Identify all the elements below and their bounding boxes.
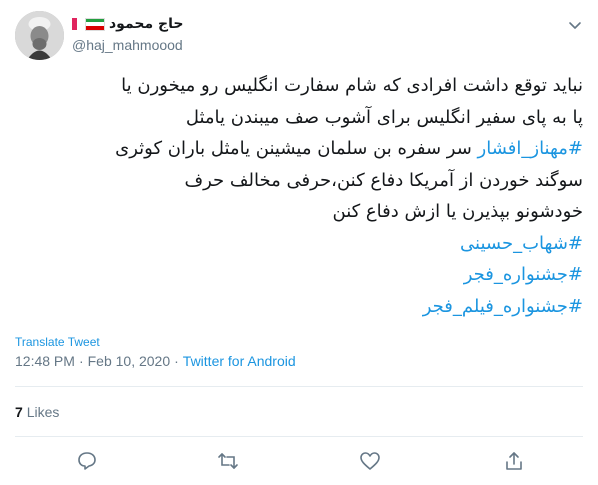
tweet-text-line: #جشنواره_فجر [16,259,583,291]
iran-flag-icon [85,17,105,31]
hashtag-link[interactable]: #جشنواره_فجر [464,264,583,285]
divider [15,436,583,437]
tweet-text: نباید توقع داشت افرادی که شام سفارت انگل… [16,70,583,322]
divider [15,386,583,387]
reply-icon[interactable] [76,450,98,472]
tweet-text-segment: سر سفره بن سلمان میشینن یامثل باران کوثر… [115,138,478,159]
user-handle[interactable]: @haj_mahmoood [72,37,183,53]
red-flag-icon [72,18,77,30]
tweet-text-line: #شهاب_حسینی [16,228,583,260]
translate-tweet-link[interactable]: Translate Tweet [15,335,100,349]
tweet-source-link[interactable]: Twitter for Android [183,353,296,369]
tweet-date[interactable]: Feb 10, 2020 [88,353,171,369]
tweet-text-line: خودشونو بپذیرن یا ازش دفاع کنن [16,196,584,228]
tweet-text-line: #جشنواره_فیلم_فجر [16,291,583,323]
share-icon[interactable] [503,450,525,472]
meta-separator: · [78,353,84,369]
hashtag-link[interactable]: #مهناز_افشار [478,138,583,159]
likes-count[interactable]: 7 Likes [15,404,59,420]
retweet-icon[interactable] [217,450,239,472]
chevron-down-icon[interactable] [567,17,583,33]
tweet-text-line: پا به پای سفیر انگلیس برای آشوب صف میبند… [16,102,583,134]
likes-label: Likes [26,404,60,420]
tweet-meta: 12:48 PM · Feb 10, 2020 · Twitter for An… [15,353,296,369]
tweet-card: حاج محمود @haj_mahmoood نباید توقع داشت … [0,0,598,485]
hashtag-link[interactable]: #شهاب_حسینی [460,233,583,254]
display-name[interactable]: حاج محمود [109,16,183,32]
flags-emoji [72,17,105,31]
tweet-text-line: نباید توقع داشت افرادی که شام سفارت انگل… [16,70,583,102]
tweet-text-segment: خودشونو بپذیرن یا ازش دفاع کنن [332,201,584,222]
tweet-time[interactable]: 12:48 PM [15,353,75,369]
tweet-text-segment: پا به پای سفیر انگلیس برای آشوب صف میبند… [185,106,583,128]
tweet-text-line: #مهناز_افشار سر سفره بن سلمان میشینن یام… [16,133,583,165]
tweet-text-segment: نباید توقع داشت افرادی که شام سفارت انگل… [121,75,583,96]
likes-number: 7 [15,404,23,420]
avatar[interactable] [15,11,64,60]
action-bar [0,450,598,474]
tweet-text-line: سوگند خوردن از آمریکا دفاع کنن،حرفی مخال… [16,165,583,197]
meta-separator: · [174,353,179,369]
hashtag-link[interactable]: #جشنواره_فیلم_فجر [423,296,583,317]
tweet-text-segment: سوگند خوردن از آمریکا دفاع کنن،حرفی مخال… [184,169,583,191]
name-row: حاج محمود [72,14,183,34]
heart-icon[interactable] [359,450,381,472]
